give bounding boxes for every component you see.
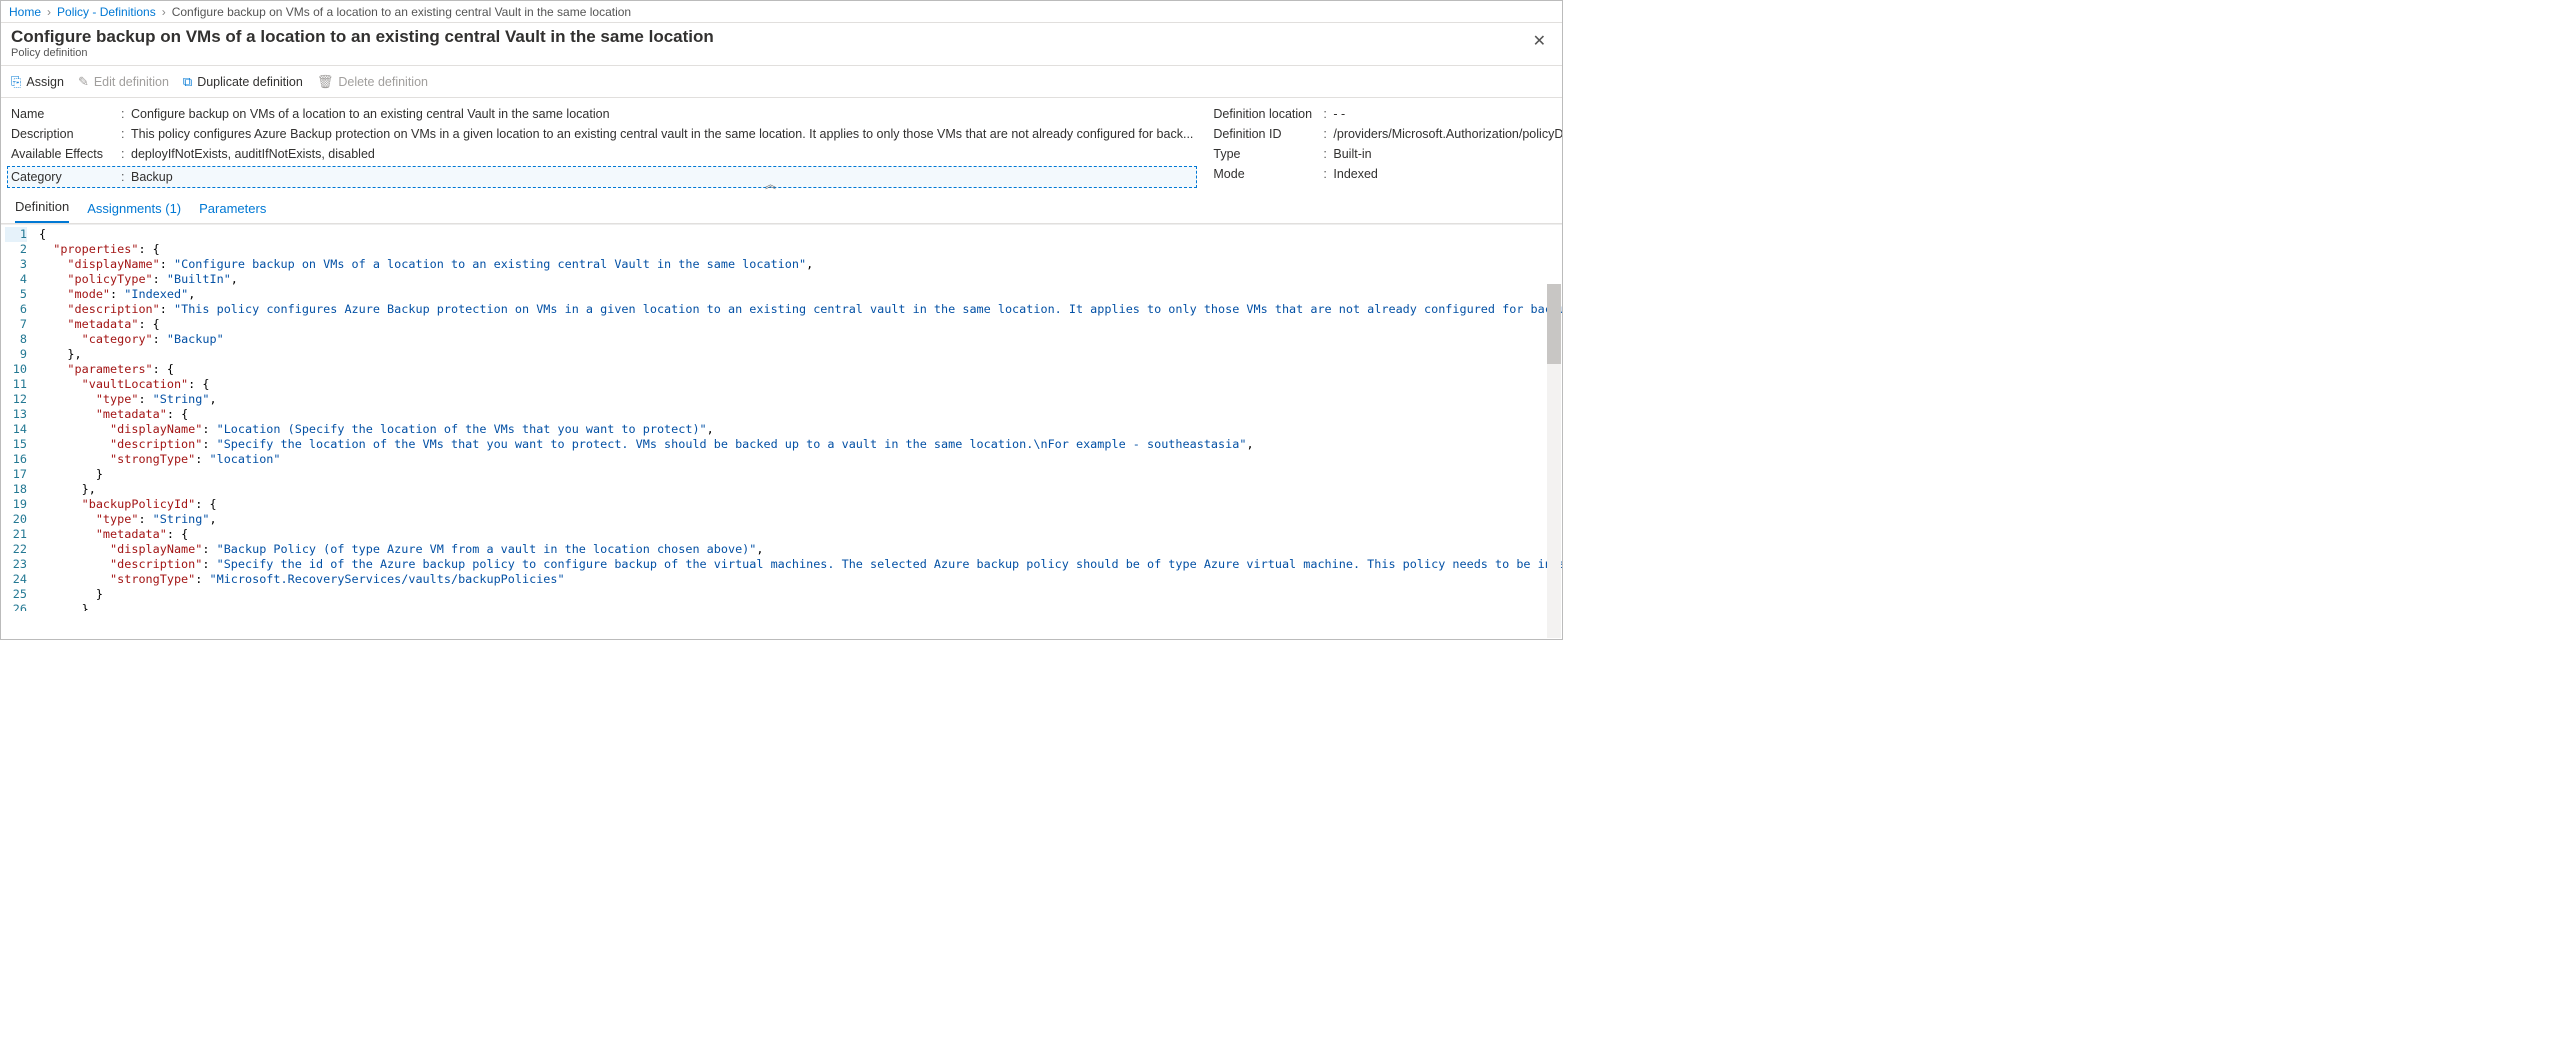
tabs: Definition Assignments (1) Parameters — [1, 194, 1562, 224]
breadcrumb-current: Configure backup on VMs of a location to… — [172, 5, 631, 19]
page-subtitle: Policy definition — [11, 47, 714, 59]
trash-icon: 🗑 — [317, 74, 334, 90]
prop-name: Name : Configure backup on VMs of a loca… — [11, 104, 1193, 124]
scrollbar-thumb[interactable] — [1547, 284, 1561, 364]
vertical-scrollbar[interactable] — [1547, 284, 1561, 638]
prop-definition-location: Definition location : - - — [1213, 104, 1563, 124]
edit-label: Edit definition — [94, 75, 169, 89]
page-header: Configure backup on VMs of a location to… — [1, 23, 1562, 66]
breadcrumb-sep: › — [47, 5, 51, 19]
prop-type: Type : Built-in — [1213, 144, 1563, 164]
breadcrumb-policy[interactable]: Policy - Definitions — [57, 5, 156, 19]
assign-label: Assign — [26, 75, 64, 89]
breadcrumb-sep: › — [162, 5, 166, 19]
assign-icon: ⎘ — [11, 74, 21, 90]
tab-parameters[interactable]: Parameters — [199, 195, 266, 223]
breadcrumb-home[interactable]: Home — [9, 5, 41, 19]
prop-definition-id: Definition ID : /providers/Microsoft.Aut… — [1213, 124, 1563, 144]
duplicate-definition-button[interactable]: ⧉ Duplicate definition — [183, 74, 303, 90]
toolbar: ⎘ Assign ✎ Edit definition ⧉ Duplicate d… — [1, 66, 1562, 98]
tab-assignments[interactable]: Assignments (1) — [87, 195, 181, 223]
breadcrumb: Home › Policy - Definitions › Configure … — [1, 1, 1562, 23]
prop-mode: Mode : Indexed — [1213, 164, 1563, 184]
collapse-essentials-icon[interactable]: ︽ — [765, 176, 776, 192]
delete-label: Delete definition — [338, 75, 428, 89]
properties-essentials: Name : Configure backup on VMs of a loca… — [1, 98, 1562, 194]
assign-button[interactable]: ⎘ Assign — [11, 74, 64, 90]
edit-definition-button: ✎ Edit definition — [78, 74, 169, 90]
delete-definition-button: 🗑 Delete definition — [317, 74, 428, 90]
prop-available-effects: Available Effects : deployIfNotExists, a… — [11, 144, 1193, 164]
duplicate-label: Duplicate definition — [197, 75, 303, 89]
prop-category[interactable]: Category : Backup — [7, 166, 1197, 188]
editor-gutter: 1234567891011121314151617181920212223242… — [1, 225, 35, 611]
close-button[interactable]: ✕ — [1527, 27, 1552, 55]
duplicate-icon: ⧉ — [183, 74, 192, 90]
editor-content[interactable]: { "properties": { "displayName": "Config… — [35, 225, 1562, 611]
prop-description: Description : This policy configures Azu… — [11, 124, 1193, 144]
tab-definition[interactable]: Definition — [15, 193, 69, 223]
json-editor[interactable]: 1234567891011121314151617181920212223242… — [1, 224, 1562, 611]
page-title: Configure backup on VMs of a location to… — [11, 27, 714, 47]
pencil-icon: ✎ — [78, 74, 89, 90]
